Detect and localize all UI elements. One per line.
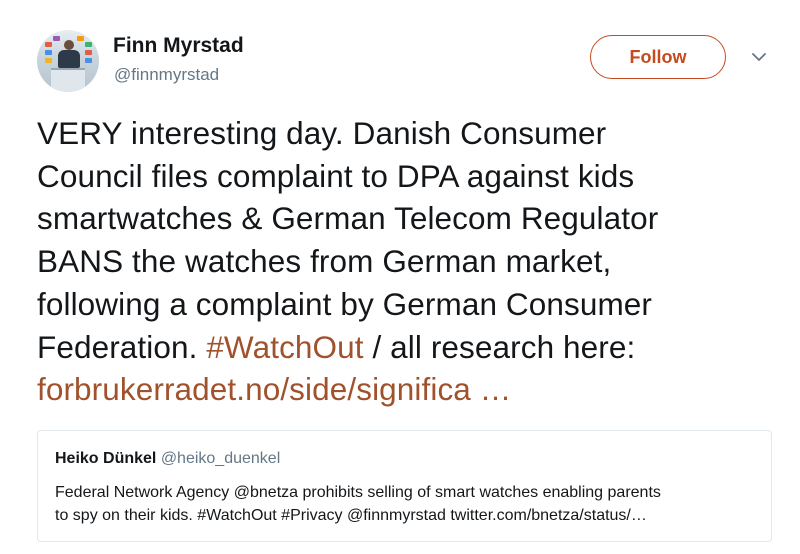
- quoted-tweet-text: Federal Network Agency @bnetza prohibits…: [55, 482, 760, 527]
- quoted-tweet-line: Federal Network Agency @bnetza prohibits…: [55, 484, 661, 501]
- avatar-person-head: [64, 40, 74, 50]
- avatar-detail: [45, 42, 52, 47]
- avatar-detail: [45, 50, 52, 55]
- quoted-tweet-author: Heiko Dünkel @heiko_duenkel: [55, 450, 280, 468]
- avatar-detail: [85, 42, 92, 47]
- tweet-line: Council files complaint to DPA against k…: [37, 157, 635, 194]
- avatar-person-body: [58, 50, 80, 68]
- avatar-detail: [85, 50, 92, 55]
- tweet-text: VERY interesting day. Danish Consumer Co…: [37, 112, 787, 411]
- tweet-text-segment: / all research here:: [363, 328, 636, 365]
- quoted-tweet-handle: @heiko_duenkel: [160, 450, 281, 467]
- tweet-line: VERY interesting day. Danish Consumer: [37, 115, 607, 151]
- tweet-line: BANS the watches from German market,: [37, 243, 612, 280]
- tweet-text-segment: Federation.: [37, 328, 207, 365]
- follow-button[interactable]: Follow: [590, 35, 726, 79]
- avatar-detail: [85, 58, 92, 63]
- chevron-down-icon[interactable]: [750, 50, 768, 64]
- quoted-tweet-line: to spy on their kids. #WatchOut #Privacy…: [55, 506, 647, 524]
- hashtag-link[interactable]: #WatchOut: [206, 329, 363, 365]
- quoted-tweet[interactable]: Heiko Dünkel @heiko_duenkel Federal Netw…: [37, 430, 772, 542]
- avatar-detail: [45, 58, 52, 63]
- author-handle[interactable]: @finnmyrstad: [114, 65, 219, 85]
- url-link[interactable]: forbrukerradet.no/side/significa …: [37, 368, 787, 411]
- tweet-line: smartwatches & German Telecom Regulator: [37, 200, 659, 237]
- avatar[interactable]: [37, 30, 99, 92]
- tweet-line-with-hashtag: Federation. #WatchOut / all research her…: [37, 326, 787, 369]
- tweet-line: following a complaint by German Consumer: [37, 285, 653, 322]
- author-name[interactable]: Finn Myrstad: [113, 34, 244, 58]
- quoted-tweet-name: Heiko Dünkel: [55, 450, 157, 467]
- avatar-detail: [53, 36, 60, 41]
- avatar-podium: [51, 68, 85, 92]
- avatar-detail: [77, 36, 84, 41]
